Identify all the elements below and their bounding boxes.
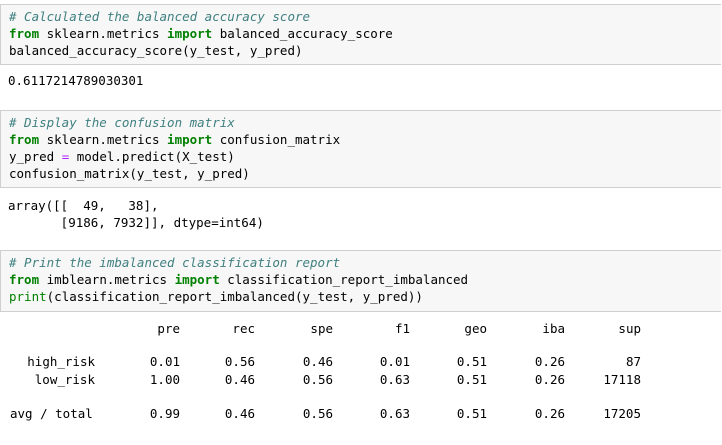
report-column-header: pre — [157, 321, 180, 336]
report-total-cell: 17205 — [603, 406, 641, 421]
code-line: confusion_matrix(y_test, y_pred) — [9, 165, 721, 182]
report-column-header: spe — [310, 321, 333, 336]
report-column-header: iba — [542, 321, 565, 336]
output-line: array([[ 49, 38], — [8, 198, 159, 213]
output-confusion-matrix: array([[ 49, 38], [9186, 7932]], dtype=i… — [8, 197, 264, 231]
code-token: balanced_accuracy_score(y_test, y_pred) — [9, 43, 303, 58]
code-keyword: import — [174, 272, 220, 287]
code-token: confusion_matrix — [212, 132, 341, 147]
code-comment: # Calculated the balanced accuracy score — [9, 9, 311, 24]
code-token: confusion_matrix(y_test, y_pred) — [9, 166, 250, 181]
code-token: model.predict(X_test) — [69, 149, 235, 164]
report-column-header: rec — [232, 321, 255, 336]
code-keyword: from — [9, 272, 40, 287]
report-cell: 0.56 — [302, 372, 333, 387]
report-cell: 0.26 — [534, 372, 565, 387]
code-line: # Print the imbalanced classification re… — [9, 254, 721, 271]
code-cell-confusion-matrix[interactable]: # Display the confusion matrix from sklea… — [0, 110, 721, 188]
code-line: y_pred = model.predict(X_test) — [9, 148, 721, 165]
report-cell: 0.51 — [456, 372, 487, 387]
code-cell-balanced-accuracy[interactable]: # Calculated the balanced accuracy score… — [0, 4, 721, 65]
report-total-cell: 0.56 — [302, 406, 333, 421]
code-comment: # Print the imbalanced classification re… — [9, 255, 341, 270]
report-total-cell: 0.51 — [456, 406, 487, 421]
report-cell: 0.46 — [302, 354, 333, 369]
code-keyword: import — [167, 26, 213, 41]
report-column-header: geo — [464, 321, 487, 336]
code-token: balanced_accuracy_score — [212, 26, 393, 41]
code-keyword: from — [9, 132, 40, 147]
code-keyword: from — [9, 26, 40, 41]
output-line: 0.6117214789030301 — [8, 73, 144, 88]
output-line: [9186, 7932]], dtype=int64) — [8, 215, 264, 230]
code-line: from sklearn.metrics import balanced_acc… — [9, 25, 721, 42]
code-token: sklearn.metrics — [39, 26, 168, 41]
report-total-cell: 0.26 — [534, 406, 565, 421]
code-line: print(classification_report_imbalanced(y… — [9, 288, 721, 305]
report-cell: 17118 — [603, 372, 641, 387]
report-row-label: high_risk — [27, 354, 95, 369]
report-column-header: f1 — [394, 321, 410, 336]
report-cell: 0.51 — [456, 354, 487, 369]
report-total-cell: 0.99 — [149, 406, 180, 421]
report-cell: 1.00 — [149, 372, 180, 387]
code-token: sklearn.metrics — [39, 132, 168, 147]
report-column-header: sup — [618, 321, 641, 336]
code-cell-classification-report[interactable]: # Print the imbalanced classification re… — [0, 250, 721, 312]
report-row-label: low_risk — [34, 372, 95, 387]
code-line: from imblearn.metrics import classificat… — [9, 271, 721, 288]
report-cell: 0.46 — [224, 372, 255, 387]
code-token: imblearn.metrics — [39, 272, 175, 287]
code-token: classification_report_imbalanced — [219, 272, 469, 287]
code-token: print — [9, 289, 47, 304]
report-total-cell: 0.46 — [224, 406, 255, 421]
report-cell: 0.01 — [149, 354, 180, 369]
code-token: (classification_report_imbalanced(y_test… — [46, 289, 423, 304]
code-line: from sklearn.metrics import confusion_ma… — [9, 131, 721, 148]
report-cell: 87 — [625, 354, 641, 369]
code-line: balanced_accuracy_score(y_test, y_pred) — [9, 42, 721, 59]
report-total-cell: 0.63 — [379, 406, 410, 421]
report-cell: 0.56 — [224, 354, 255, 369]
code-token: y_pred — [9, 149, 62, 164]
code-line: # Display the confusion matrix — [9, 114, 721, 131]
code-keyword: import — [167, 132, 213, 147]
output-balanced-accuracy: 0.6117214789030301 — [8, 72, 143, 89]
report-total-label: avg / total — [10, 406, 93, 421]
code-comment: # Display the confusion matrix — [9, 115, 235, 130]
report-cell: 0.26 — [534, 354, 565, 369]
report-cell: 0.01 — [379, 354, 410, 369]
code-line: # Calculated the balanced accuracy score — [9, 8, 721, 25]
report-cell: 0.63 — [379, 372, 410, 387]
